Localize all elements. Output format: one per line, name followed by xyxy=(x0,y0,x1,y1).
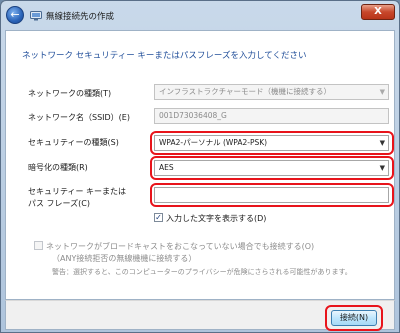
network-name-field[interactable]: 001D73036408_G xyxy=(154,108,389,124)
back-arrow-icon: ← xyxy=(10,8,20,21)
encryption-type-select[interactable]: AES ▼ xyxy=(154,160,389,176)
network-type-value: インフラストラクチャーモード（機機に接続する） xyxy=(159,87,332,96)
security-key-label-line2: パス フレーズ(C) xyxy=(28,199,90,208)
show-characters-checkbox[interactable]: ✓ xyxy=(154,213,163,222)
content-pane: ネットワーク セキュリティー キーまたはパスフレーズを入力してください ネットワ… xyxy=(5,30,395,300)
chevron-down-icon: ▼ xyxy=(379,88,385,96)
show-characters-label: 入力した文字を表示する(D) xyxy=(166,214,267,223)
broadcast-checkbox[interactable] xyxy=(34,241,43,250)
security-key-input[interactable] xyxy=(154,187,389,203)
broadcast-label-line1: ネットワークがブロードキャストをおこなっていない場合でも接続する(O) xyxy=(46,242,315,251)
title-bar: ← 無線接続先の作成 X xyxy=(1,1,399,31)
dialog-window: ← 無線接続先の作成 X ネットワーク セキュリティー キーまたはパスフレーズを… xyxy=(0,0,400,333)
footer-bar: 接続(N) xyxy=(5,300,395,331)
encryption-type-label: 暗号化の種類(R) xyxy=(28,163,88,172)
close-icon: X xyxy=(374,6,382,17)
security-key-label-line1: セキュリティー キーまたは xyxy=(28,187,127,196)
broadcast-warning: 警告：選択すると、このコンピューターのプライバシーが危険にさらされる可能性があり… xyxy=(52,268,352,276)
close-button[interactable]: X xyxy=(361,4,395,20)
network-type-label: ネットワークの種類(T) xyxy=(28,89,112,98)
security-type-select[interactable]: WPA2-パーソナル (WPA2-PSK) ▼ xyxy=(154,135,389,151)
back-button[interactable]: ← xyxy=(6,6,24,24)
chevron-down-icon: ▼ xyxy=(379,164,385,172)
broadcast-label-line2: （ANY接続拒否の無線機機に接続する） xyxy=(52,254,197,263)
encryption-type-value: AES xyxy=(159,163,174,172)
chevron-down-icon: ▼ xyxy=(379,139,385,147)
connect-button[interactable]: 接続(N) xyxy=(331,310,377,326)
network-type-select[interactable]: インフラストラクチャーモード（機機に接続する） ▼ xyxy=(154,84,389,100)
security-type-label: セキュリティーの種類(S) xyxy=(28,138,119,147)
network-name-value: 001D73036408_G xyxy=(159,111,227,120)
security-type-value: WPA2-パーソナル (WPA2-PSK) xyxy=(159,138,268,147)
network-name-label: ネットワーク名（SSID）(E) xyxy=(28,113,130,122)
page-heading: ネットワーク セキュリティー キーまたはパスフレーズを入力してください xyxy=(22,51,307,61)
wireless-network-icon xyxy=(30,11,42,21)
window-title: 無線接続先の作成 xyxy=(46,12,115,22)
checkmark-icon: ✓ xyxy=(155,213,162,222)
